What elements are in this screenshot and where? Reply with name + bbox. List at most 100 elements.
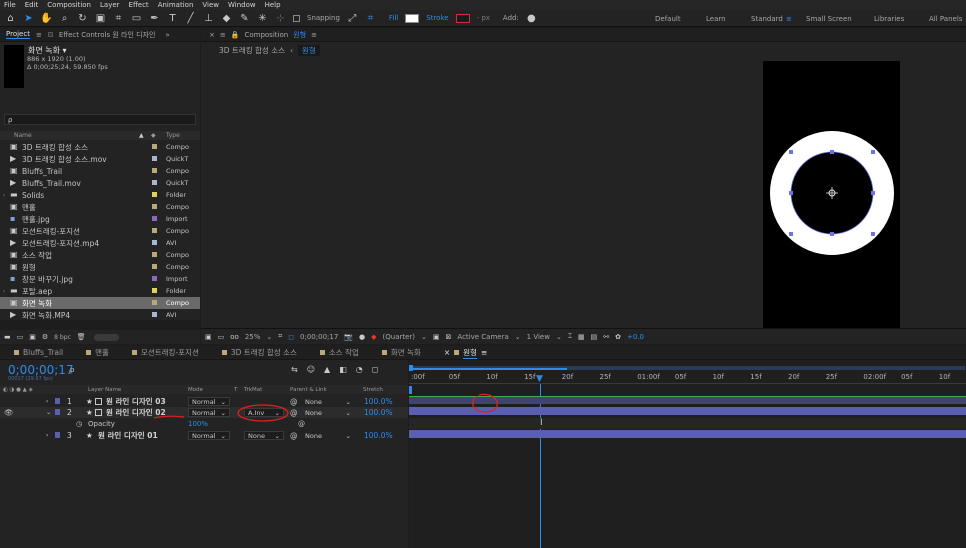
camera-chevron-icon[interactable]: ⌄ xyxy=(515,333,521,341)
label-color-swatch[interactable] xyxy=(152,276,157,281)
pen-tool-icon[interactable]: ✒ xyxy=(149,13,160,24)
fill-swatch[interactable] xyxy=(405,13,420,23)
views-select[interactable]: 1 View xyxy=(527,333,550,341)
timeline-tab[interactable]: 3D 트래킹 합성 소스 xyxy=(208,346,306,360)
parent-dropdown[interactable]: None ⌄ xyxy=(302,408,354,417)
workspace-learn[interactable]: Learn xyxy=(706,15,726,23)
stroke-swatch[interactable] xyxy=(455,13,470,23)
header-stretch[interactable]: Stretch xyxy=(363,387,383,393)
transparency-grid-icon[interactable]: ⊠ xyxy=(446,333,452,341)
playhead-marker-icon[interactable]: ▼ xyxy=(536,374,543,384)
expand-chevron-icon[interactable]: › xyxy=(3,288,5,295)
expand-chevron-icon[interactable]: › xyxy=(3,192,5,199)
eye-icon[interactable]: 👁 xyxy=(4,408,14,417)
work-area-preview-range[interactable] xyxy=(411,368,567,370)
stopwatch-icon[interactable]: ◷ xyxy=(76,420,82,428)
workspace-menu-icon[interactable]: ≡ xyxy=(786,15,792,23)
layer-name[interactable]: 원 라인 디자인 03 xyxy=(106,396,166,407)
comp-mini-flowchart-icon[interactable]: ⇆ xyxy=(291,365,298,374)
interpret-footage-icon[interactable]: ▬ xyxy=(4,333,11,341)
label-color-swatch[interactable] xyxy=(152,252,157,257)
selection-tool-icon[interactable]: ➤ xyxy=(23,13,34,24)
pan-behind-tool-icon[interactable]: ⌗ xyxy=(113,13,124,24)
camera-select[interactable]: Active Camera xyxy=(457,333,508,341)
opacity-value[interactable]: 100% xyxy=(188,420,208,428)
twirl-chevron-icon[interactable]: › xyxy=(46,432,48,439)
header-layer-name[interactable]: Layer Name xyxy=(88,387,121,393)
mode-dropdown[interactable]: Normal ⌄ xyxy=(188,431,230,440)
layer-name[interactable]: 원 라인 디자인 01 xyxy=(98,430,158,441)
stretch-value[interactable]: 100.0% xyxy=(364,397,393,406)
timeline-tab[interactable]: 화면 녹화 xyxy=(368,346,430,360)
snapshot-icon[interactable]: 📷 xyxy=(344,333,353,341)
axis-icon[interactable]: ⊹ xyxy=(275,13,286,24)
graph-editor-icon[interactable]: ◔ xyxy=(356,365,363,374)
delete-icon[interactable]: 🗑 xyxy=(77,333,86,341)
workspace-all-panels[interactable]: All Panels xyxy=(929,15,962,23)
project-item[interactable]: ▪ 창문 바꾸기.jpg Import xyxy=(0,273,200,285)
snap-grid-icon[interactable]: ⌗ xyxy=(365,13,376,24)
workspace-standard[interactable]: Standard xyxy=(751,15,783,23)
project-item[interactable]: ▣ 모션트래킹-포지션 Compo xyxy=(0,225,200,237)
project-item[interactable]: ▣ 3D 트래킹 합성 소스 Compo xyxy=(0,141,200,153)
project-search-input[interactable]: ρ xyxy=(4,114,196,125)
label-color-swatch[interactable] xyxy=(152,240,157,245)
menu-composition[interactable]: Composition xyxy=(47,1,91,9)
views-chevron-icon[interactable]: ⌄ xyxy=(556,333,562,341)
layer-label-swatch[interactable] xyxy=(55,432,60,438)
viewer-timecode[interactable]: 0;00;00;17 xyxy=(300,333,338,341)
toggle-pixel-aspect-icon[interactable]: ⌶ xyxy=(568,332,572,341)
pickwhip-icon[interactable]: @ xyxy=(290,431,298,440)
monitor-icon[interactable]: ▭ xyxy=(218,333,225,341)
label-color-swatch[interactable] xyxy=(152,300,157,305)
brainstorm-icon[interactable]: ◻ xyxy=(372,365,379,374)
header-t[interactable]: T xyxy=(234,387,237,393)
label-color-swatch[interactable] xyxy=(152,216,157,221)
timeline-tab[interactable]: × 원형 ≡ xyxy=(430,346,496,360)
brush-tool-icon[interactable]: ╱ xyxy=(185,13,196,24)
menu-layer[interactable]: Layer xyxy=(100,1,120,9)
column-type[interactable]: Type xyxy=(166,132,180,139)
zoom-tool-icon[interactable]: ⌕ xyxy=(59,13,70,24)
snapping-checkbox[interactable] xyxy=(293,14,300,22)
exposure-icon[interactable]: ✿ xyxy=(615,333,621,341)
label-color-swatch[interactable] xyxy=(152,168,157,173)
trkmat-dropdown[interactable]: None ⌄ xyxy=(244,431,284,440)
type-tool-icon[interactable]: T xyxy=(167,13,178,24)
flowchart-icon[interactable]: ⚯ xyxy=(603,333,609,341)
label-color-swatch[interactable] xyxy=(152,228,157,233)
roto-brush-tool-icon[interactable]: ✎ xyxy=(239,13,250,24)
twirl-chevron-icon[interactable]: ⌄ xyxy=(46,409,51,416)
composition-viewer[interactable] xyxy=(763,61,900,328)
composition-menu-icon[interactable]: ≡ xyxy=(311,31,317,39)
project-item[interactable]: › ▬ 포탈.aep Folder xyxy=(0,285,200,297)
hand-tool-icon[interactable]: ✋ xyxy=(40,13,52,24)
lock-icon[interactable]: 🔒 xyxy=(231,31,240,39)
camera-tool-icon[interactable]: ▣ xyxy=(95,13,106,24)
project-item[interactable]: ▣ 화면 녹화 Compo xyxy=(0,297,200,309)
zoom-chevron-icon[interactable]: ⌄ xyxy=(266,333,272,341)
always-preview-icon[interactable]: ▣ xyxy=(205,333,212,341)
label-color-swatch[interactable] xyxy=(152,144,157,149)
workspace-small-screen[interactable]: Small Screen xyxy=(806,15,852,23)
layer-search-input[interactable]: ρ xyxy=(70,366,74,374)
add-circle-icon[interactable]: ● xyxy=(526,13,537,24)
bpc-label[interactable]: 8 bpc xyxy=(54,334,71,341)
header-trkmat[interactable]: TrkMat xyxy=(244,387,262,393)
tab-project[interactable]: Project xyxy=(6,30,30,39)
composition-tab-name[interactable]: 원형 xyxy=(293,30,306,40)
menu-effect[interactable]: Effect xyxy=(129,1,149,9)
label-color-swatch[interactable] xyxy=(152,180,157,185)
project-item[interactable]: ▣ 원형 Compo xyxy=(0,261,200,273)
header-parent[interactable]: Parent & Link xyxy=(290,387,327,393)
column-name[interactable]: Name xyxy=(14,132,32,139)
stretch-value[interactable]: 100.0% xyxy=(364,431,393,440)
pickwhip-icon[interactable]: @ xyxy=(298,420,305,428)
show-snapshot-icon[interactable]: ● xyxy=(359,333,365,341)
menu-animation[interactable]: Animation xyxy=(158,1,194,9)
project-item[interactable]: ▶ 화면 녹화.MP4 AVI xyxy=(0,309,200,321)
opacity-property-row[interactable]: ◷ Opacity 100% @ xyxy=(0,418,408,429)
puppet-tool-icon[interactable]: ✳ xyxy=(257,13,268,24)
pickwhip-icon[interactable]: @ xyxy=(290,408,298,417)
project-item[interactable]: ▪ 맨홀.jpg Import xyxy=(0,213,200,225)
